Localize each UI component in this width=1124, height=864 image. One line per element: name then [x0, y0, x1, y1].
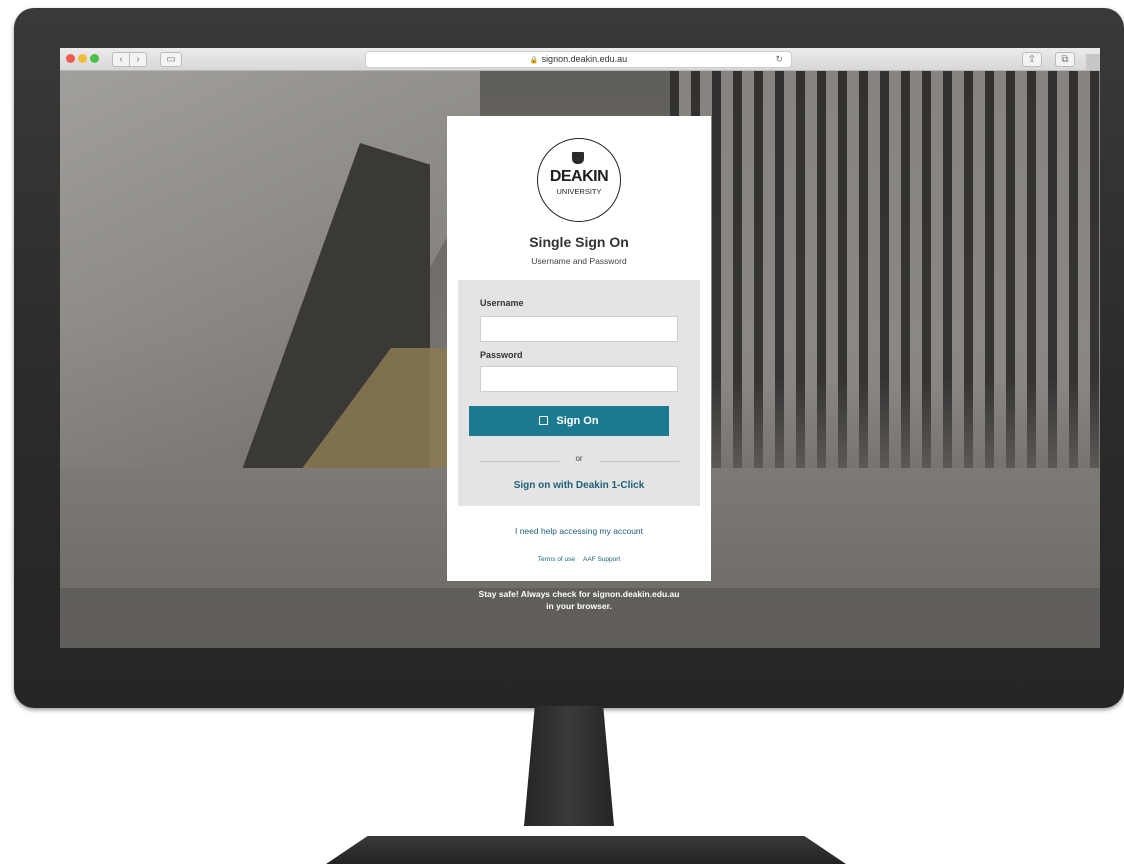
terms-of-use-link[interactable]: Terms of use	[538, 556, 575, 563]
tabs-icon: ⧉	[1061, 54, 1069, 65]
share-icon: ⇧	[1027, 54, 1037, 65]
close-window-button[interactable]	[66, 54, 75, 63]
page-title: Single Sign On	[529, 234, 629, 250]
back-button[interactable]: ‹	[112, 52, 129, 67]
monitor-screen: ‹ › ▭ 🔒 signon.deakin.edu.au ↻ ⇧ ⧉ DEAKIN…	[60, 48, 1100, 648]
aaf-support-link[interactable]: AAF Support	[583, 556, 620, 563]
reload-icon[interactable]: ↻	[775, 52, 783, 67]
password-field[interactable]	[480, 366, 678, 392]
sign-on-button[interactable]: Sign On	[469, 406, 669, 436]
tabs-button[interactable]: ⧉	[1055, 52, 1075, 67]
page-subtitle: Username and Password	[531, 256, 627, 266]
footer-links: Terms of use AAF Support	[447, 556, 711, 563]
or-text: or	[575, 454, 583, 463]
signon-card: DEAKIN UNIVERSITY Single Sign On Usernam…	[447, 116, 711, 581]
monitor-stand-base	[326, 836, 846, 864]
monitor-stand-neck	[524, 706, 614, 826]
username-label: Username	[480, 298, 524, 308]
chevron-left-icon: ‹	[119, 54, 123, 65]
forward-button[interactable]: ›	[129, 52, 147, 67]
lock-icon: 🔒	[529, 57, 539, 64]
login-form: Username Password	[458, 280, 700, 506]
share-button[interactable]: ⇧	[1022, 52, 1042, 67]
sign-on-label: Sign On	[556, 415, 599, 427]
sidebar-icon: ▭	[166, 54, 176, 65]
minimize-window-button[interactable]	[78, 54, 87, 63]
logo-wordmark: DEAKIN	[549, 168, 609, 185]
address-url: signon.deakin.edu.au	[541, 54, 628, 64]
password-label: Password	[480, 350, 523, 360]
username-field[interactable]	[480, 316, 678, 342]
security-notice: Stay safe! Always check for signon.deaki…	[447, 588, 711, 612]
security-notice-line-1: Stay safe! Always check for signon.deaki…	[478, 589, 680, 599]
address-bar[interactable]: 🔒 signon.deakin.edu.au ↻	[365, 51, 792, 68]
toolbar-edge	[1086, 54, 1100, 70]
security-notice-line-2: in your browser.	[546, 601, 612, 611]
browser-toolbar: ‹ › ▭ 🔒 signon.deakin.edu.au ↻ ⇧ ⧉	[60, 48, 1100, 71]
zoom-window-button[interactable]	[90, 54, 99, 63]
chevron-right-icon: ›	[136, 54, 140, 65]
deakin-logo: DEAKIN UNIVERSITY	[537, 138, 621, 222]
logo-subtitle: UNIVERSITY	[556, 187, 602, 196]
checkbox-square-icon	[539, 416, 549, 425]
one-click-signon-link[interactable]: Sign on with Deakin 1-Click	[447, 480, 711, 491]
sidebar-button[interactable]: ▭	[160, 52, 182, 67]
crest-icon	[572, 152, 584, 164]
help-access-link[interactable]: I need help accessing my account	[447, 526, 711, 536]
